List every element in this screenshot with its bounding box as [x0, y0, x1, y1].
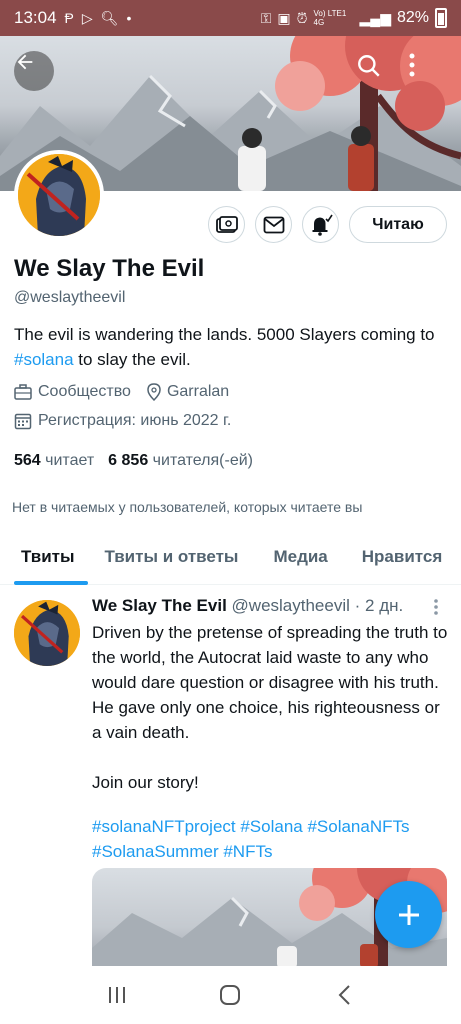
- bell-check-icon: [312, 214, 333, 236]
- profile-location: Garralan: [166, 383, 230, 400]
- tip-jar-icon: [215, 215, 238, 233]
- followers-link[interactable]: 6 856 читателя(-ей): [108, 452, 253, 470]
- search-small-icon: 🔍︎: [100, 10, 119, 26]
- back-button[interactable]: [14, 51, 54, 91]
- followers-count: 6 856: [108, 452, 149, 469]
- tab-likes[interactable]: Нравится: [342, 528, 457, 585]
- play-icon: ▷: [81, 10, 93, 26]
- home-icon: [220, 985, 241, 1005]
- plus-icon: [398, 904, 419, 925]
- battery-icon: [435, 8, 447, 28]
- following-label: читает: [45, 452, 95, 469]
- followers-label: читателя(-ей): [152, 452, 253, 469]
- profile-bio: The evil is wandering the lands. 5000 Sl…: [14, 322, 444, 372]
- arrow-left-icon: [17, 54, 33, 70]
- avatar-artwork: [18, 154, 100, 236]
- calendar-icon: [14, 413, 32, 430]
- profile-meta-row: Сообщество Garralan: [14, 383, 239, 401]
- battery-percent: 82%: [396, 9, 429, 26]
- system-back-button[interactable]: [324, 975, 364, 1015]
- bio-text: The evil is wandering the lands. 5000 Sl…: [14, 325, 435, 344]
- lock-icon: ▣: [277, 10, 291, 26]
- following-count: 564: [14, 452, 41, 469]
- profile-joined-row: Регистрация: июнь 2022 г.: [14, 412, 231, 430]
- more-vertical-icon: [434, 599, 438, 615]
- recent-apps-button[interactable]: [97, 975, 137, 1015]
- profile-category: Сообщество: [38, 383, 131, 400]
- tab-tweets-and-replies[interactable]: Твиты и ответы: [88, 528, 252, 585]
- profile-tabs: Твиты Твиты и ответы Медиа Нравится: [0, 528, 461, 585]
- tweet-avatar-artwork: [14, 600, 80, 666]
- signal-icon: ▂▄▆: [359, 10, 391, 26]
- network-icon: Vo) LTE1 4G: [313, 9, 347, 27]
- envelope-icon: [263, 216, 284, 233]
- tab-media[interactable]: Медиа: [252, 528, 341, 585]
- compose-tweet-button[interactable]: [375, 881, 442, 948]
- tweet-avatar[interactable]: [14, 600, 80, 666]
- tweet-separator: ·: [354, 596, 361, 615]
- location-pin-icon: [147, 383, 161, 401]
- alarm-icon: ⏰︎: [296, 10, 308, 26]
- dot-icon: •: [126, 10, 132, 26]
- tweet-text: Driven by the pretense of spreading the …: [92, 623, 448, 792]
- follow-stats: 564 читает 6 856 читателя(-ей): [14, 452, 253, 470]
- system-nav-bar: [0, 966, 461, 1024]
- briefcase-icon: [14, 384, 32, 400]
- key-icon: ⚿: [260, 10, 272, 26]
- search-icon: [358, 55, 380, 77]
- chevron-left-icon: [338, 985, 350, 1005]
- tip-button[interactable]: [208, 206, 245, 243]
- recent-apps-icon: [108, 987, 125, 1003]
- tweet-header: We Slay The Evil @weslaytheevil · 2 дн.: [92, 596, 403, 616]
- p-icon: Ᵽ: [64, 10, 74, 26]
- profile-avatar[interactable]: [14, 150, 104, 240]
- tab-tweets[interactable]: Твиты: [0, 528, 89, 585]
- profile-joined: Регистрация: июнь 2022 г.: [38, 412, 232, 429]
- profile-name: We Slay The Evil: [14, 255, 205, 282]
- bio-text-end: to slay the evil.: [73, 350, 191, 369]
- tweet-author-handle: @weslaytheevil: [231, 596, 350, 615]
- more-vertical-icon: [409, 53, 415, 77]
- home-button[interactable]: [210, 975, 250, 1015]
- mutual-followers-note: Нет в читаемых у пользователей, которых …: [12, 499, 363, 515]
- tweet-time: 2 дн.: [365, 596, 404, 615]
- profile-handle: @weslaytheevil: [14, 289, 126, 306]
- message-button[interactable]: [255, 206, 292, 243]
- search-button[interactable]: [356, 53, 396, 93]
- tweet-hashtags[interactable]: #solanaNFTproject #Solana #SolanaNFTs #S…: [92, 814, 452, 864]
- more-button[interactable]: [408, 53, 448, 93]
- following-link[interactable]: 564 читает: [14, 452, 94, 470]
- status-time: 13:04: [14, 8, 57, 27]
- tweet-more-button[interactable]: [428, 597, 444, 617]
- following-button[interactable]: Читаю: [349, 206, 447, 243]
- status-bar: 13:04 Ᵽ ▷ 🔍︎ • ⚿ ▣ ⏰︎ Vo) LTE1 4G ▂▄▆ 82…: [0, 0, 461, 36]
- notify-button[interactable]: [302, 206, 339, 243]
- bio-hashtag-link[interactable]: #solana: [14, 350, 74, 369]
- tweet-author-name[interactable]: We Slay The Evil: [92, 596, 227, 615]
